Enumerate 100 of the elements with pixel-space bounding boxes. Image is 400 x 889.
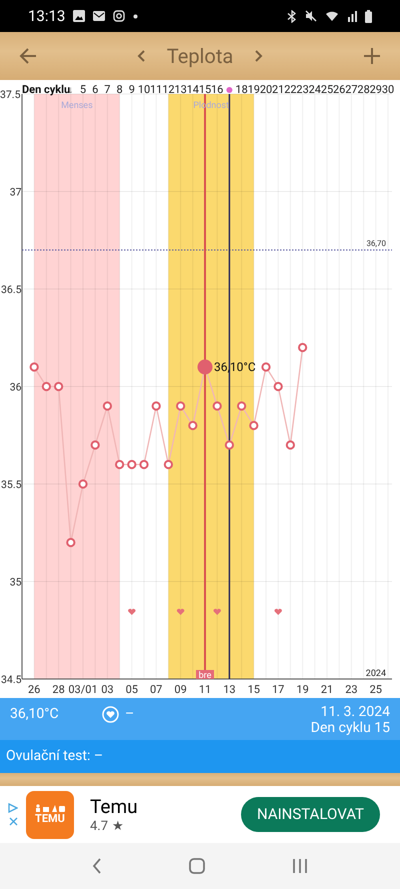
axis-label: 23 <box>345 683 358 696</box>
chevron-left-icon <box>136 50 145 62</box>
axis-label: 26 <box>28 683 40 696</box>
image-icon <box>73 10 86 22</box>
recent-apps-icon[interactable] <box>292 858 308 874</box>
cycle-day-number: 30 <box>382 83 394 96</box>
cycle-day-number: 29 <box>370 83 382 96</box>
cycle-day-number: 26 <box>333 83 346 96</box>
cycle-day-number: 15 <box>198 83 212 96</box>
cycle-day-number: 27 <box>345 83 358 96</box>
cycle-day-number: 22 <box>284 83 297 96</box>
cycle-day-number: 8 <box>116 83 123 96</box>
cycle-day-number: 6 <box>92 83 98 96</box>
temperature-point[interactable] <box>261 362 271 372</box>
cycle-day-number: 20 <box>260 83 272 96</box>
wifi-icon <box>325 10 339 22</box>
axis-label: 37.5 <box>0 88 20 101</box>
temperature-point[interactable] <box>127 460 136 470</box>
install-button[interactable]: NAINSTALOVAT <box>240 797 380 832</box>
mail-icon <box>93 11 106 21</box>
temperature-point[interactable] <box>286 440 295 450</box>
temperature-point[interactable] <box>78 479 88 489</box>
temperature-point[interactable] <box>237 401 246 411</box>
temperature-value: 36,10°C <box>10 705 60 724</box>
axis-label: 07 <box>150 683 162 696</box>
axis-label: 03 <box>101 683 114 696</box>
cycle-day-number: 24 <box>308 83 321 96</box>
signal-icon <box>347 10 357 22</box>
temperature-point[interactable] <box>139 460 149 470</box>
cycle-day-number: 9 <box>128 83 135 96</box>
ovulation-test-text[interactable]: Ovulační test: – <box>6 746 104 767</box>
cycle-day-number: 16 <box>211 83 224 96</box>
date-text: 11. 3. 2024 <box>320 704 390 720</box>
status-time: 13:13 <box>28 6 66 27</box>
axis-label: 34.5 <box>1 673 22 686</box>
chevron-right-icon <box>255 50 264 62</box>
reference-label: 36,70 <box>366 239 386 248</box>
temperature-point[interactable] <box>42 382 51 392</box>
plus-icon <box>363 47 381 65</box>
axis-label: 37 <box>10 186 22 198</box>
temperature-point[interactable] <box>249 420 258 430</box>
sort-arrow[interactable]: ↓ <box>68 85 74 96</box>
axis-label: 17 <box>272 683 284 696</box>
toys-icon <box>35 804 65 812</box>
temperature-point[interactable] <box>90 440 100 450</box>
cycle-day-number: 11 <box>150 83 162 96</box>
back-icon[interactable] <box>92 858 102 874</box>
axis-label: 36 <box>10 380 22 394</box>
temperature-point[interactable] <box>66 538 76 548</box>
axis-label: 05 <box>126 683 138 696</box>
axis-label: 03/01 <box>68 683 98 696</box>
temperature-point[interactable] <box>102 401 112 411</box>
axis-label: 35.5 <box>1 478 22 491</box>
app-name: Temu <box>90 796 138 816</box>
mute-icon <box>305 10 317 22</box>
cycle-day-number: 13 <box>174 83 187 96</box>
app-rating: 4.7 <box>90 820 108 832</box>
axis-label: 09 <box>174 683 187 696</box>
bluetooth-icon <box>287 10 297 22</box>
camera-icon <box>113 10 126 22</box>
arrow-left-icon <box>18 46 38 66</box>
cycle-day-number: 14 <box>186 83 199 96</box>
screen-title: Teplota <box>166 43 234 70</box>
temperature-point[interactable] <box>224 440 234 450</box>
axis-label: 21 <box>320 683 334 696</box>
temperature-point[interactable] <box>115 460 124 470</box>
cycle-day-number: 25 <box>320 83 334 96</box>
logo-text: TEMU <box>35 812 65 825</box>
cycle-day-number: 5 <box>80 83 86 96</box>
temperature-point[interactable] <box>176 401 186 411</box>
intercourse-value: – <box>125 705 134 724</box>
axis-label: 15 <box>248 683 260 696</box>
temperature-point[interactable] <box>152 401 161 411</box>
temperature-point[interactable] <box>54 382 64 392</box>
cycle-day-number: 18 <box>235 83 248 96</box>
cycle-day-text: Den cyklu 15 <box>310 720 390 736</box>
axis-label: 25 <box>370 683 382 696</box>
close-icon[interactable] <box>8 817 18 826</box>
axis-label: 13 <box>223 683 236 696</box>
cycle-day-number: 28 <box>357 83 370 96</box>
year-label: 2024 <box>366 669 386 679</box>
temperature-point[interactable] <box>212 401 222 411</box>
battery-icon <box>365 10 372 22</box>
ad-info-icon[interactable] <box>8 803 18 813</box>
home-icon[interactable] <box>188 858 205 874</box>
dot-icon <box>133 14 138 18</box>
axis-label: 35 <box>10 576 22 588</box>
cycle-day-number: 7 <box>104 83 110 96</box>
temperature-point[interactable] <box>188 420 198 430</box>
selected-point[interactable] <box>198 360 212 374</box>
temperature-point[interactable] <box>298 342 308 352</box>
temperature-point[interactable] <box>274 382 283 392</box>
temperature-point[interactable] <box>164 460 173 470</box>
cycle-day-number: 12 <box>162 83 175 96</box>
axis-label: 11 <box>198 683 212 696</box>
cycle-day-number: 21 <box>272 83 284 96</box>
day-tag: bre <box>196 670 214 681</box>
cycle-day-number: 23 <box>296 83 309 96</box>
temperature-point[interactable] <box>30 362 39 372</box>
star-icon: ★ <box>112 820 124 832</box>
